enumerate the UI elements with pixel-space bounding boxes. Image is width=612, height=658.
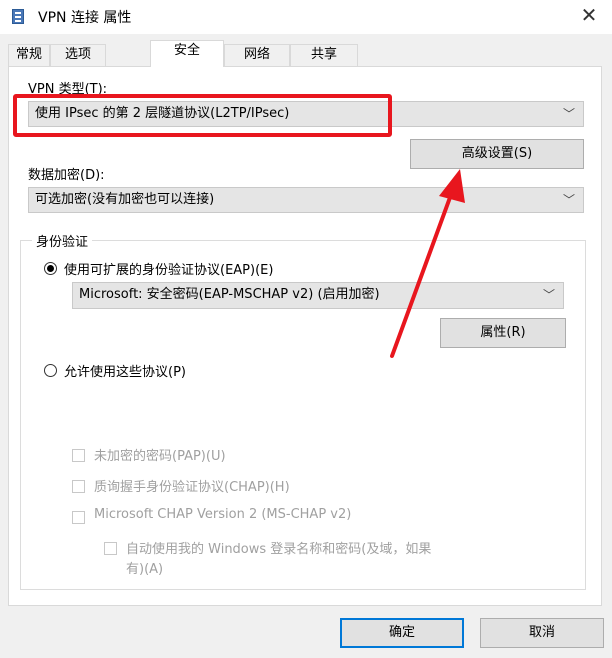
chevron-down-icon: ﹀ xyxy=(542,288,555,302)
ok-button[interactable]: 确定 xyxy=(340,618,464,648)
allow-protocols-radio[interactable] xyxy=(44,364,57,377)
tab-sharing[interactable]: 共享 xyxy=(290,44,358,66)
cancel-button[interactable]: 取消 xyxy=(480,618,604,648)
pap-label: 未加密的密码(PAP)(U) xyxy=(94,449,226,464)
window-title: VPN 连接 属性 xyxy=(38,10,132,26)
mschap-v2-label: Microsoft CHAP Version 2 (MS-CHAP v2) xyxy=(94,507,352,522)
chap-label: 质询握手身份验证协议(CHAP)(H) xyxy=(94,480,290,495)
eap-radio[interactable] xyxy=(44,262,57,275)
annotation-highlight-box xyxy=(13,94,392,137)
encryption-value: 可选加密(没有加密也可以连接) xyxy=(35,192,215,207)
encryption-label: 数据加密(D): xyxy=(28,168,105,183)
auto-windows-login-label-line2: 有)(A) xyxy=(126,562,164,577)
advanced-settings-button[interactable]: 高级设置(S) xyxy=(410,139,584,169)
title-bar: VPN 连接 属性 ✕ xyxy=(0,0,612,34)
mschap-v2-checkbox[interactable] xyxy=(72,511,85,524)
tab-general[interactable]: 常规 xyxy=(8,44,50,66)
auto-windows-login-checkbox[interactable] xyxy=(104,542,117,555)
tab-security[interactable]: 安全 xyxy=(150,40,224,67)
chevron-down-icon: ﹀ xyxy=(562,193,575,207)
eap-properties-button[interactable]: 属性(R) xyxy=(440,318,566,348)
tab-networking[interactable]: 网络 xyxy=(224,44,290,66)
eap-method-select[interactable]: Microsoft: 安全密码(EAP-MSCHAP v2) (启用加密) ﹀ xyxy=(72,282,564,309)
chap-checkbox[interactable] xyxy=(72,480,85,493)
close-button[interactable]: ✕ xyxy=(566,0,612,32)
allow-protocols-radio-label[interactable]: 允许使用这些协议(P) xyxy=(64,361,186,380)
pap-checkbox[interactable] xyxy=(72,449,85,462)
auto-windows-login-label-line1: 自动使用我的 Windows 登录名称和密码(及域，如果 xyxy=(126,542,432,557)
tab-options[interactable]: 选项 xyxy=(50,44,106,66)
eap-method-value: Microsoft: 安全密码(EAP-MSCHAP v2) (启用加密) xyxy=(79,287,380,302)
network-connection-icon xyxy=(12,9,24,24)
chevron-down-icon: ﹀ xyxy=(562,107,575,121)
authentication-group-title: 身份验证 xyxy=(32,231,93,250)
eap-radio-label[interactable]: 使用可扩展的身份验证协议(EAP)(E) xyxy=(64,259,273,278)
encryption-select[interactable]: 可选加密(没有加密也可以连接) ﹀ xyxy=(28,187,584,213)
